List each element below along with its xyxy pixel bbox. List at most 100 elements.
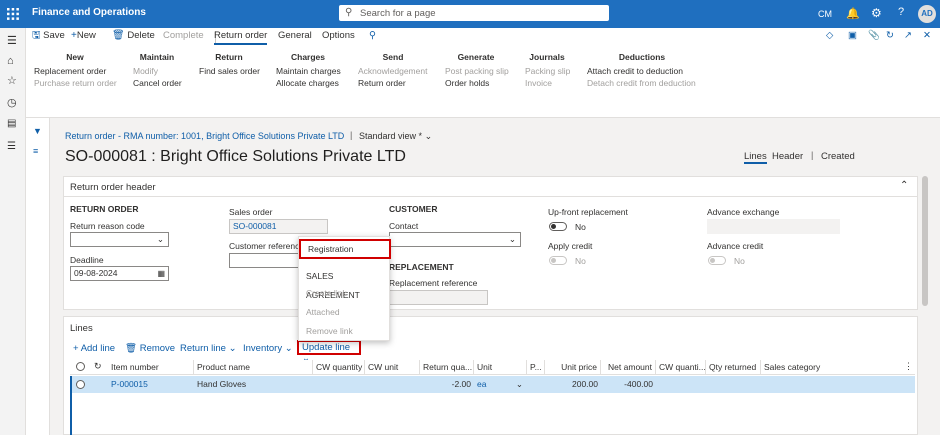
gear-icon[interactable]: ⚙: [871, 6, 882, 20]
return-order-send-button[interactable]: Return order: [358, 77, 428, 90]
return-line-label: Return line: [180, 343, 226, 354]
office-icon[interactable]: ▣: [848, 28, 857, 45]
return-reason-input[interactable]: ⌄: [70, 232, 169, 247]
add-line-button[interactable]: + Add line: [73, 343, 115, 354]
packing-slip-journal-button[interactable]: Packing slip: [525, 65, 570, 78]
create-link-menu-item[interactable]: Create link: [299, 284, 389, 303]
replacement-order-button[interactable]: Replacement order: [34, 65, 116, 78]
column-header-p[interactable]: P...: [527, 360, 545, 374]
column-header-product-name[interactable]: Product name: [194, 360, 313, 374]
workspaces-icon[interactable]: ▤: [7, 118, 16, 129]
column-header-item-number[interactable]: Item number: [108, 360, 194, 374]
invoice-journal-button[interactable]: Invoice: [525, 77, 569, 90]
cell-unit[interactable]: ea ⌄: [474, 376, 527, 392]
registration-menu-item[interactable]: Registration: [299, 239, 391, 259]
list-icon[interactable]: ≡: [33, 146, 38, 156]
remove-line-button[interactable]: 🗑 Remove: [125, 343, 175, 354]
acknowledgement-button[interactable]: Acknowledgement: [358, 65, 428, 78]
inventory-menu[interactable]: Inventory ⌄: [243, 343, 293, 354]
attach-credit-button[interactable]: Attach credit to deduction: [587, 65, 697, 78]
app-title: Finance and Operations: [32, 7, 146, 18]
avatar[interactable]: AD: [918, 5, 936, 23]
search-actions-icon[interactable]: ⚲: [369, 28, 376, 45]
more-options-icon[interactable]: ⋮: [904, 361, 913, 372]
view-separator: |: [350, 130, 353, 140]
column-header-unit-price[interactable]: Unit price: [545, 360, 601, 374]
table-row[interactable]: P-000015 Hand Gloves -2.00 ea ⌄ 200.00 -4…: [70, 376, 915, 393]
apply-credit-toggle[interactable]: [549, 256, 567, 265]
find-sales-order-button[interactable]: Find sales order: [199, 65, 260, 78]
return-line-menu[interactable]: Return line ⌄: [180, 343, 237, 354]
vertical-scrollbar[interactable]: [922, 176, 928, 306]
tab-lines[interactable]: Lines: [744, 151, 767, 164]
attached-menu-item[interactable]: Attached: [299, 303, 389, 322]
search-box[interactable]: ⚲ Search for a page: [339, 5, 609, 21]
order-holds-button[interactable]: Order holds: [445, 77, 507, 90]
home-icon[interactable]: ⌂: [7, 55, 14, 67]
column-header-cw-quantity[interactable]: CW quantity: [313, 360, 365, 374]
new-button[interactable]: +New: [71, 28, 96, 45]
cell-unit-price[interactable]: 200.00: [545, 376, 601, 392]
cell-cw-quantity[interactable]: [313, 376, 365, 392]
cell-return-quantity[interactable]: -2.00: [420, 376, 474, 392]
maintain-charges-button[interactable]: Maintain charges: [276, 65, 341, 78]
card-header[interactable]: Return order header ⌃: [64, 177, 917, 197]
tab-header[interactable]: Header: [772, 151, 803, 162]
company-selector[interactable]: CM: [818, 9, 832, 19]
app-launcher-icon[interactable]: [7, 8, 19, 20]
filter-icon[interactable]: ▼: [33, 126, 42, 136]
detach-credit-button[interactable]: Detach credit from deduction: [587, 77, 697, 90]
modules-icon[interactable]: ☰: [7, 141, 16, 152]
tab-general[interactable]: General: [278, 28, 312, 45]
column-header-sales-category[interactable]: Sales category: [761, 360, 915, 374]
allocate-charges-button[interactable]: Allocate charges: [276, 77, 340, 90]
help-icon[interactable]: ?: [898, 6, 904, 18]
breadcrumb[interactable]: Return order - RMA number: 1001, Bright …: [65, 131, 344, 141]
favorites-icon[interactable]: ☆: [7, 74, 17, 87]
save-button[interactable]: 🖫 Save: [32, 28, 65, 45]
hamburger-icon[interactable]: ☰: [7, 34, 17, 47]
tab-options[interactable]: Options: [322, 28, 355, 45]
column-header-net-amount[interactable]: Net amount: [601, 360, 656, 374]
recent-icon[interactable]: ◷: [7, 96, 17, 109]
tab-created[interactable]: Created: [821, 151, 855, 162]
remove-link-menu-item[interactable]: Remove link: [299, 322, 389, 341]
contact-input[interactable]: ⌄: [389, 232, 521, 247]
ribbon-group-generate: Generate Post packing slip Order holds: [445, 51, 509, 90]
view-selector[interactable]: Standard view * ⌄: [359, 131, 432, 142]
modify-button[interactable]: Modify: [133, 65, 181, 78]
collapse-icon[interactable]: ⌃: [900, 180, 908, 191]
row-select-radio[interactable]: [76, 380, 85, 389]
select-all-radio[interactable]: [76, 362, 85, 371]
column-header-cw-quantity-2[interactable]: CW quanti...: [656, 360, 706, 374]
upfront-replacement-toggle[interactable]: [549, 222, 567, 231]
attachments-icon[interactable]: 📎: [868, 28, 880, 45]
complete-button[interactable]: Complete: [163, 28, 204, 45]
advance-credit-toggle[interactable]: [708, 256, 726, 265]
cancel-order-button[interactable]: Cancel order: [133, 77, 182, 90]
cell-cw-unit[interactable]: [365, 376, 420, 392]
tab-return-order[interactable]: Return order: [214, 28, 268, 45]
refresh-icon[interactable]: ↻: [94, 361, 102, 372]
purchase-return-order-button[interactable]: Purchase return order: [34, 77, 117, 90]
bell-icon[interactable]: 🔔: [846, 7, 860, 20]
update-line-menu[interactable]: Update line ⌄: [297, 340, 361, 364]
open-new-window-icon[interactable]: ↗: [904, 28, 912, 45]
column-header-return-quantity[interactable]: Return qua...: [420, 360, 474, 374]
chevron-down-icon: ⌄: [424, 131, 433, 141]
column-header-qty-returned[interactable]: Qty returned: [706, 360, 761, 374]
post-packing-slip-button[interactable]: Post packing slip: [445, 65, 509, 78]
diamond-icon[interactable]: ◇: [826, 28, 833, 45]
column-header-unit[interactable]: Unit: [474, 360, 527, 374]
cell-item-number[interactable]: P-000015: [108, 376, 194, 392]
customer-reference-input[interactable]: [229, 253, 301, 268]
refresh-icon[interactable]: ↻: [886, 28, 894, 45]
deadline-input[interactable]: 09-08-2024 ▦: [70, 266, 169, 281]
cell-sales-category[interactable]: [761, 376, 915, 392]
column-header-cw-unit[interactable]: CW unit: [365, 360, 420, 374]
close-icon[interactable]: ✕: [923, 28, 931, 45]
update-line-label: Update line: [302, 342, 351, 353]
sales-order-field[interactable]: SO-000081: [229, 219, 328, 234]
delete-button[interactable]: 🗑 Delete: [112, 28, 155, 45]
calendar-icon[interactable]: ▦: [157, 267, 165, 280]
